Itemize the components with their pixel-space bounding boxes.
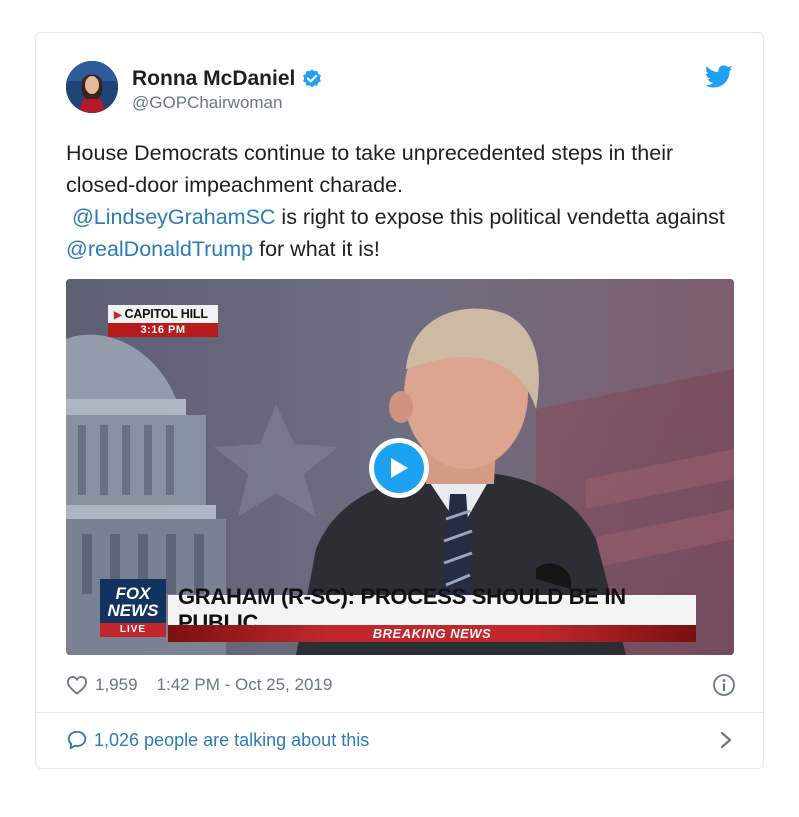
author-block: Ronna McDaniel @GOPChairwoman [132,67,323,113]
mention-lindseygrahamsc-link[interactable]: @LindseyGrahamSC [72,205,275,229]
location-time: 3:16 PM [108,323,218,337]
tweet-text: House Democrats continue to take unprece… [66,137,736,265]
tweet-text-mid: is right to expose this political vendet… [275,205,725,229]
divider [36,712,763,713]
tweet-text-end: for what it is! [253,237,380,261]
author-handle[interactable]: @GOPChairwoman [132,93,323,113]
location-badge: ▶ CAPITOL HILL 3:16 PM [108,305,218,337]
twitter-bird-icon[interactable] [705,65,733,89]
network-logo-line3: LIVE [100,623,166,637]
triangle-marker-icon: ▶ [114,310,122,321]
tweet-timestamp[interactable]: 1:42 PM - Oct 25, 2019 [157,675,333,695]
play-button[interactable] [369,438,429,498]
play-icon [391,458,408,478]
verified-badge-icon [303,69,322,88]
avatar[interactable] [66,61,118,113]
tweet-header: Ronna McDaniel @GOPChairwoman [66,61,735,117]
tweet-card[interactable]: Ronna McDaniel @GOPChairwoman House Demo… [35,32,764,769]
breaking-news-bar: BREAKING NEWS [168,625,696,642]
speech-bubble-icon [67,730,87,750]
location-label: CAPITOL HILL [124,307,208,321]
video-player[interactable]: ▶ CAPITOL HILL 3:16 PM FOX NEWS LIVE GRAH… [66,279,734,655]
network-logo: FOX NEWS LIVE [100,579,166,637]
chevron-right-icon[interactable] [720,731,732,749]
network-logo-line1: FOX [115,584,151,603]
network-logo-line2: NEWS [107,601,159,620]
author-name[interactable]: Ronna McDaniel [132,67,295,91]
heart-icon[interactable] [66,675,88,695]
tweet-meta: 1,959 1:42 PM - Oct 25, 2019 [66,673,736,697]
mention-realdonaldtrump-link[interactable]: @realDonaldTrump [66,237,253,261]
news-chyron: GRAHAM (R-SC): PROCESS SHOULD BE IN PUBL… [168,584,696,635]
info-icon[interactable] [712,673,736,697]
like-count[interactable]: 1,959 [95,675,138,695]
conversation-count[interactable]: 1,026 people are talking about this [94,730,369,751]
tweet-text-line1: House Democrats continue to take unprece… [66,141,674,197]
conversation-link[interactable]: 1,026 people are talking about this [66,727,736,753]
